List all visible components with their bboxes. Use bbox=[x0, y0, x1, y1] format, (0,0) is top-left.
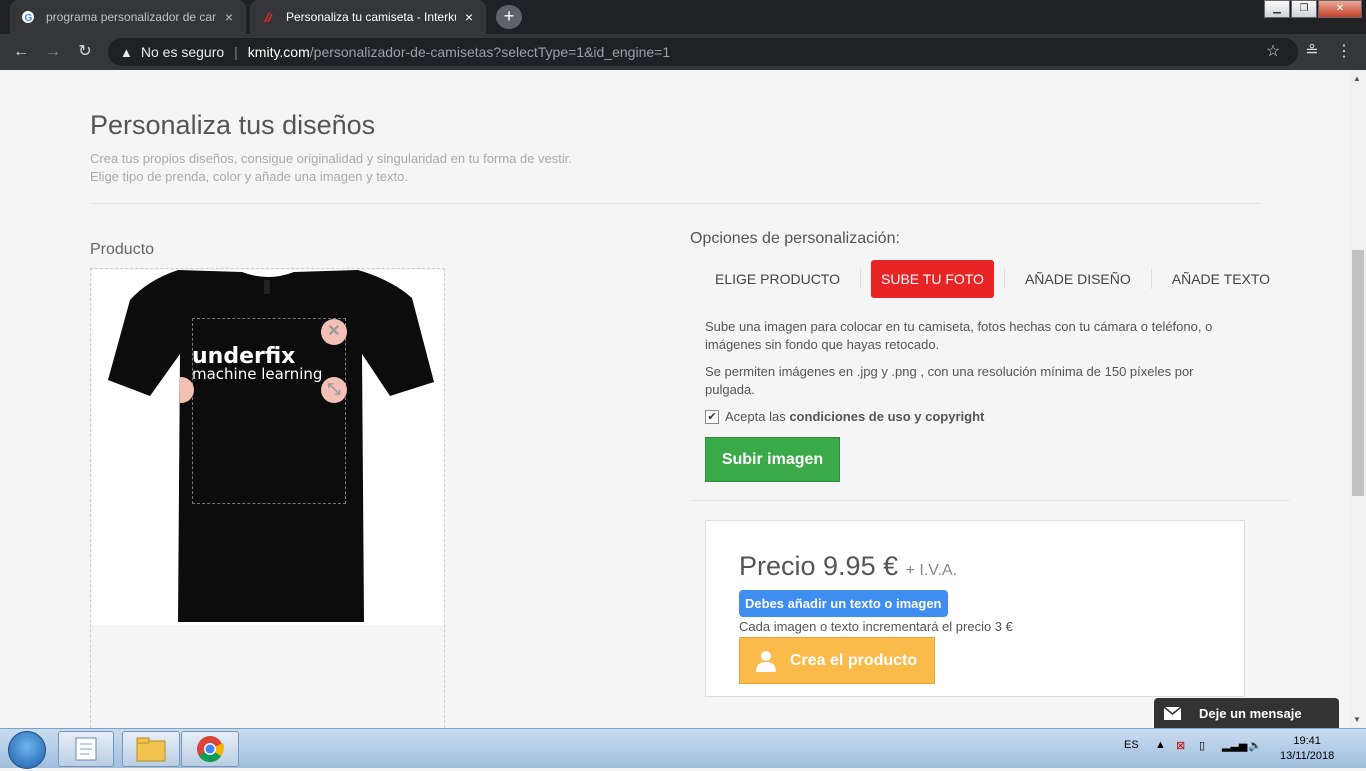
clock-date: 13/11/2018 bbox=[1280, 750, 1335, 762]
divider bbox=[1003, 269, 1005, 289]
delete-handle-icon[interactable]: ✕ bbox=[321, 319, 347, 345]
increment-note: Cada imagen o texto incrementará el prec… bbox=[739, 619, 1013, 634]
product-label: Producto bbox=[90, 241, 155, 258]
signal-icon[interactable]: ▂▃▅ bbox=[1222, 739, 1247, 752]
product-preview: underfix machine learning ✕ ⤡ bbox=[90, 268, 445, 728]
options-title: Opciones de personalización: bbox=[690, 230, 900, 247]
divider: | bbox=[234, 44, 238, 60]
price: Precio 9.95 € + I.V.A. bbox=[739, 551, 957, 582]
user-icon bbox=[756, 650, 776, 672]
warning-icon: ▲ bbox=[120, 44, 133, 60]
create-product-button[interactable]: Crea el producto bbox=[739, 637, 935, 684]
price-tax: + I.V.A. bbox=[905, 562, 958, 579]
page-scrollbar[interactable]: ▲ ▼ bbox=[1350, 70, 1366, 728]
start-button[interactable] bbox=[8, 731, 46, 769]
divider bbox=[1150, 269, 1152, 289]
terms-checkbox-row[interactable]: ✔ Acepta las condiciones de uso y copyri… bbox=[705, 409, 984, 424]
options-tabs: ELIGE PRODUCTO SUBE TU FOTO AÑADE DISEÑO… bbox=[705, 260, 1280, 298]
tray-expand-icon[interactable]: ▲ bbox=[1155, 739, 1166, 751]
back-icon[interactable]: ← bbox=[10, 42, 32, 62]
bookmark-star-icon[interactable]: ☆ bbox=[1262, 42, 1284, 62]
create-product-label: Crea el producto bbox=[790, 651, 918, 669]
price-value: Precio 9.95 € bbox=[739, 551, 899, 581]
browser-toolbar: ← → ↻ ▲ No es seguro | kmity.com/persona… bbox=[0, 34, 1366, 70]
tab-elige-producto[interactable]: ELIGE PRODUCTO bbox=[705, 260, 850, 298]
url-domain: kmity.com bbox=[247, 44, 310, 60]
divider bbox=[860, 269, 861, 289]
tab-title: programa personalizador de cam bbox=[46, 10, 216, 24]
upload-description: Sube una imagen para colocar en tu camis… bbox=[705, 319, 1213, 352]
address-bar[interactable]: ▲ No es seguro | kmity.com/personalizado… bbox=[108, 38, 1298, 66]
new-tab-button[interactable]: + bbox=[496, 5, 522, 29]
taskbar-app-explorer[interactable] bbox=[122, 731, 180, 767]
notepad-icon bbox=[75, 737, 97, 761]
terms-checkbox[interactable]: ✔ bbox=[705, 409, 719, 424]
tshirt-canvas[interactable]: underfix machine learning ✕ ⤡ bbox=[92, 270, 444, 625]
page-content: Personaliza tus diseños Crea tus propios… bbox=[0, 70, 1350, 728]
clock-time: 19:41 bbox=[1293, 735, 1321, 747]
volume-icon[interactable]: 🔈 bbox=[1248, 739, 1262, 752]
tab-anade-diseno[interactable]: AÑADE DISEÑO bbox=[1015, 260, 1141, 298]
folder-icon bbox=[136, 737, 166, 762]
windows-taskbar: ES ▲ ⊠ ▯ ▂▃▅ 🔈 19:41 13/11/2018 bbox=[0, 728, 1366, 769]
taskbar-app-chrome[interactable] bbox=[181, 731, 239, 767]
terms-link[interactable]: condiciones de uso y copyright bbox=[789, 409, 984, 424]
price-panel: Precio 9.95 € + I.V.A. Debes añadir un t… bbox=[705, 520, 1245, 697]
tab-close-icon[interactable]: × bbox=[462, 9, 476, 25]
design-text-sub[interactable]: machine learning bbox=[192, 365, 322, 383]
page-title: Personaliza tus diseños bbox=[90, 110, 376, 140]
scroll-up-icon[interactable]: ▲ bbox=[1353, 74, 1361, 83]
resize-handle-icon[interactable]: ⤡ bbox=[321, 377, 347, 403]
window-controls: ▁ ❐ ✕ bbox=[1263, 0, 1362, 18]
chrome-icon bbox=[197, 736, 224, 763]
tab-title: Personaliza tu camiseta - Interkul bbox=[286, 10, 456, 24]
svg-text:G: G bbox=[25, 13, 33, 24]
taskbar-app-notes[interactable] bbox=[58, 731, 114, 767]
format-description: Se permiten imágenes en .jpg y .png , co… bbox=[705, 364, 1194, 397]
network-error-icon[interactable]: ⊠ bbox=[1176, 739, 1185, 752]
tab-anade-texto[interactable]: AÑADE TEXTO bbox=[1162, 260, 1280, 298]
upload-image-button[interactable]: Subir imagen bbox=[705, 437, 840, 482]
forward-icon[interactable]: → bbox=[42, 42, 64, 62]
extension-icon[interactable]: ≗ bbox=[1301, 42, 1323, 62]
divider bbox=[690, 500, 1290, 501]
power-icon[interactable]: ▯ bbox=[1199, 739, 1205, 752]
menu-icon[interactable]: ⋮ bbox=[1333, 42, 1355, 62]
url-path: /personalizador-de-camisetas?selectType=… bbox=[309, 44, 671, 60]
warning-badge: Debes añadir un texto o imagen bbox=[739, 590, 948, 617]
security-status: No es seguro bbox=[140, 44, 225, 60]
chat-label: Deje un mensaje bbox=[1199, 705, 1302, 721]
tab-personaliza[interactable]: Personaliza tu camiseta - Interkul × bbox=[250, 0, 486, 34]
google-icon: G bbox=[20, 9, 36, 25]
scroll-down-icon[interactable]: ▼ bbox=[1353, 715, 1361, 724]
chat-widget[interactable]: Deje un mensaje bbox=[1154, 698, 1339, 728]
maximize-button[interactable]: ❐ bbox=[1291, 0, 1317, 18]
tab-sube-tu-foto[interactable]: SUBE TU FOTO bbox=[871, 260, 994, 298]
scrollbar-thumb[interactable] bbox=[1352, 250, 1364, 496]
subtitle-line: Elige tipo de prenda, color y añade una … bbox=[90, 169, 408, 184]
subtitle-line: Crea tus propios diseños, consigue origi… bbox=[90, 151, 572, 166]
tab-google-search[interactable]: G programa personalizador de cam × bbox=[10, 0, 246, 34]
clock[interactable]: 19:41 13/11/2018 bbox=[1280, 734, 1334, 764]
page-subtitle: Crea tus propios diseños, consigue origi… bbox=[90, 150, 572, 186]
reload-icon[interactable]: ↻ bbox=[74, 42, 96, 62]
terms-prefix: Acepta las bbox=[725, 409, 786, 424]
envelope-icon bbox=[1164, 706, 1181, 720]
close-window-button[interactable]: ✕ bbox=[1318, 0, 1362, 18]
language-indicator[interactable]: ES bbox=[1124, 739, 1139, 751]
divider bbox=[90, 203, 1260, 204]
minimize-button[interactable]: ▁ bbox=[1264, 0, 1290, 18]
tab-close-icon[interactable]: × bbox=[222, 9, 236, 25]
site-favicon-icon bbox=[260, 9, 276, 25]
browser-tab-strip: G programa personalizador de cam × Perso… bbox=[0, 0, 1366, 34]
